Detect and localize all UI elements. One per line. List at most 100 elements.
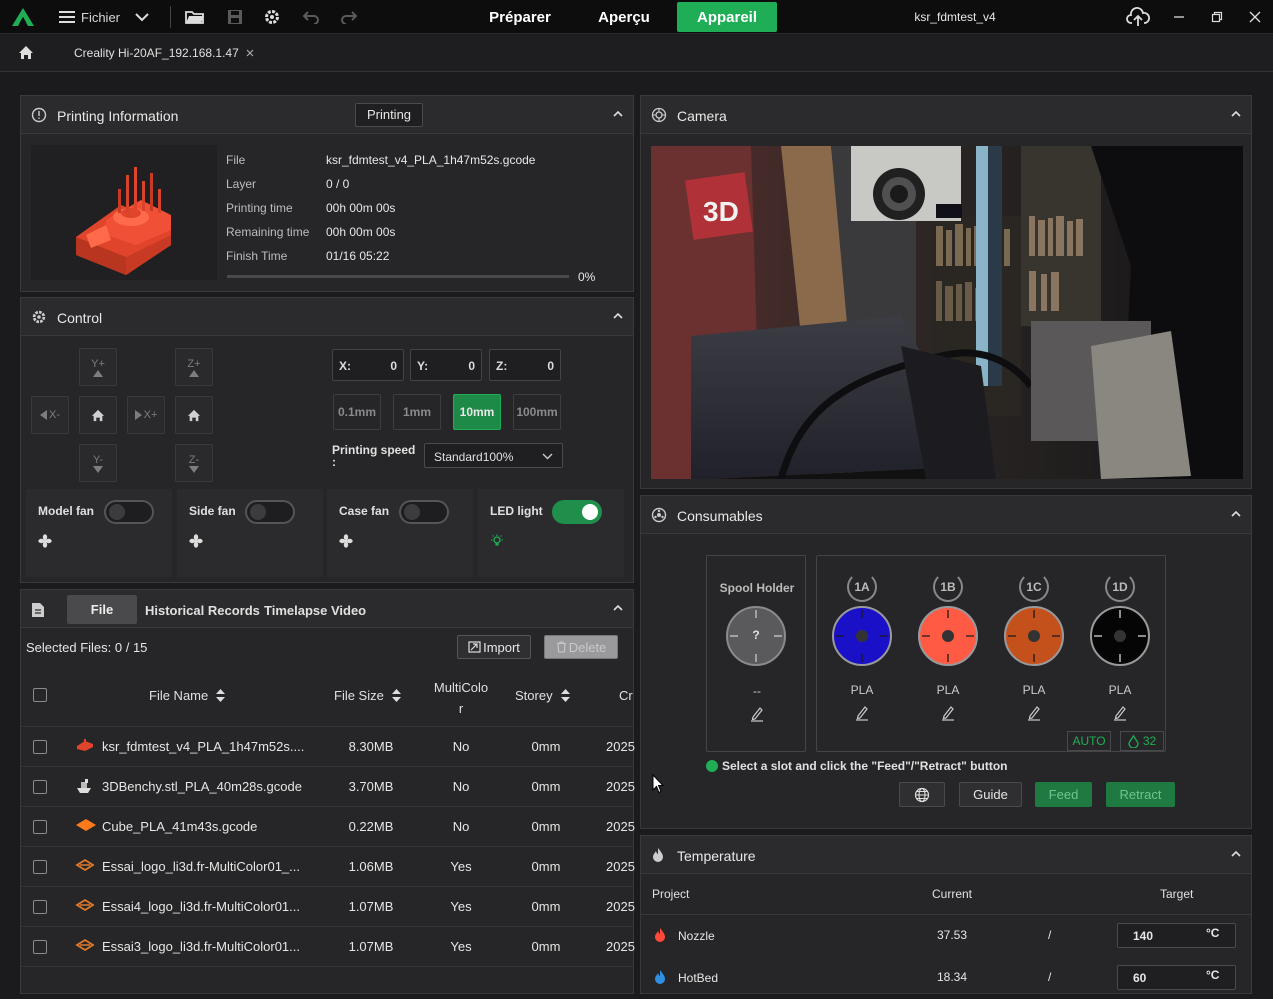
language-button[interactable]	[899, 782, 945, 807]
step-1mm-button[interactable]: 1mm	[393, 394, 441, 430]
file-menu-button[interactable]: Fichier	[58, 0, 158, 34]
jog-home-xy-button[interactable]	[79, 396, 117, 434]
row-checkbox[interactable]	[33, 900, 47, 914]
edit-pencil-icon[interactable]	[1027, 705, 1041, 721]
column-multicolor[interactable]: MultiColo r	[431, 677, 491, 719]
mode-device-tab[interactable]: Appareil	[677, 2, 777, 32]
select-all-checkbox[interactable]	[33, 688, 47, 702]
slot-color-dial[interactable]	[1090, 606, 1150, 666]
step-100mm-button[interactable]: 100mm	[513, 394, 561, 430]
info-icon	[31, 107, 47, 123]
device-tab[interactable]: Creality Hi-20AF_192.168.1.47	[60, 34, 270, 72]
redo-button[interactable]	[336, 0, 362, 34]
slot-color-dial[interactable]	[918, 606, 978, 666]
row-checkbox[interactable]	[33, 780, 47, 794]
storey-cell: 0mm	[531, 779, 561, 794]
undo-button[interactable]	[298, 0, 324, 34]
jog-z-plus-button[interactable]: Z+	[175, 348, 213, 386]
column-storey[interactable]: Storey	[515, 688, 570, 703]
edit-pencil-icon[interactable]	[941, 705, 955, 721]
z-coordinate-field[interactable]: Z: 0	[489, 349, 561, 381]
jog-home-z-button[interactable]	[175, 396, 213, 434]
model-fan-toggle[interactable]	[104, 500, 154, 524]
temp-separator: /	[1048, 928, 1052, 942]
slot-color-dial[interactable]	[1004, 606, 1064, 666]
file-size-cell: 8.30MB	[348, 739, 394, 754]
arrow-up-icon	[93, 369, 103, 377]
collapse-caret-icon[interactable]	[613, 604, 623, 612]
step-10mm-button[interactable]: 10mm	[453, 394, 501, 430]
home-button[interactable]	[18, 45, 34, 60]
collapse-caret-icon[interactable]	[1231, 110, 1241, 118]
tab-close-icon[interactable]	[246, 49, 254, 57]
file-name-cell: ksr_fdmtest_v4_PLA_1h47m52s....	[102, 739, 305, 754]
tab-file[interactable]: File	[67, 595, 137, 624]
edit-pencil-icon[interactable]	[855, 705, 869, 721]
jog-x-plus-button[interactable]: X+	[127, 396, 165, 434]
import-button[interactable]: Import	[457, 635, 531, 659]
close-window-button[interactable]	[1242, 0, 1268, 34]
mode-prepare-tab[interactable]: Préparer	[476, 2, 564, 32]
printing-speed-select[interactable]: Standard100%	[424, 443, 563, 468]
retract-button[interactable]: Retract	[1106, 782, 1175, 807]
row-checkbox[interactable]	[33, 740, 47, 754]
guide-button[interactable]: Guide	[959, 782, 1022, 807]
table-row[interactable]: Essai_logo_li3d.fr-MultiColor01_... 1.06M…	[21, 846, 635, 886]
side-fan-toggle[interactable]	[245, 500, 295, 524]
table-row[interactable]: ksr_fdmtest_v4_PLA_1h47m52s.... 8.30MB No 0…	[21, 726, 635, 766]
slot-1c[interactable]: 1C PLA	[999, 572, 1069, 732]
feed-button[interactable]: Feed	[1035, 782, 1092, 807]
settings-button[interactable]	[259, 0, 285, 34]
temp-target-input[interactable]: 140 °C	[1117, 923, 1236, 948]
edit-pencil-icon[interactable]	[1113, 705, 1127, 721]
column-file-name[interactable]: File Name	[149, 688, 226, 703]
step-0-1mm-button[interactable]: 0.1mm	[333, 394, 381, 430]
slot-material: PLA	[936, 683, 960, 697]
column-file-size[interactable]: File Size	[334, 688, 401, 703]
temp-target-input[interactable]: 60 °C	[1117, 965, 1236, 990]
tab-timelapse-video[interactable]: Timelapse Video	[264, 603, 366, 618]
jog-z-minus-button[interactable]: Z-	[175, 444, 213, 482]
row-checkbox[interactable]	[33, 860, 47, 874]
led-light-toggle[interactable]	[552, 500, 602, 524]
open-folder-button[interactable]	[182, 0, 208, 34]
jog-y-minus-button[interactable]: Y-	[79, 444, 117, 482]
row-checkbox[interactable]	[33, 940, 47, 954]
cloud-upload-button[interactable]	[1124, 0, 1152, 34]
collapse-caret-icon[interactable]	[613, 312, 623, 320]
x-coordinate-field[interactable]: X: 0	[332, 349, 404, 381]
collapse-caret-icon[interactable]	[613, 110, 623, 118]
flame-icon	[653, 848, 663, 862]
slot-1d[interactable]: 1D PLA	[1085, 572, 1155, 732]
jog-x-minus-button[interactable]: X-	[31, 396, 69, 434]
jog-y-plus-button[interactable]: Y+	[79, 348, 117, 386]
table-row[interactable]: Cube_PLA_41m43s.gcode 0.22MB No 0mm 2025	[21, 806, 635, 846]
logo-icon	[75, 938, 95, 952]
restore-button[interactable]	[1204, 0, 1230, 34]
dial-ticks-icon	[836, 610, 888, 662]
collapse-caret-icon[interactable]	[1231, 850, 1241, 858]
column-created[interactable]: Cr	[619, 688, 633, 703]
slot-id-label: 1D	[1112, 580, 1128, 594]
table-row[interactable]: Essai3_logo_li3d.fr-MultiColor01... 1.07M…	[21, 926, 635, 966]
spool-holder-dial[interactable]: ?	[726, 606, 786, 666]
edit-pencil-icon[interactable]	[750, 706, 764, 722]
tab-historical-records[interactable]: Historical Records	[145, 603, 260, 618]
row-checkbox[interactable]	[33, 820, 47, 834]
collapse-caret-icon[interactable]	[1231, 510, 1241, 518]
spool-holder-label: Spool Holder	[719, 581, 795, 595]
table-row[interactable]: Essai4_logo_li3d.fr-MultiColor01... 1.07M…	[21, 886, 635, 926]
delete-button[interactable]: Delete	[544, 635, 618, 659]
slot-1b[interactable]: 1B PLA	[913, 572, 983, 732]
save-button[interactable]	[222, 0, 248, 34]
printing-speed-colon: :	[332, 455, 336, 469]
printing-speed-label: Printing speed	[332, 443, 416, 457]
minimize-button[interactable]	[1166, 0, 1192, 34]
table-row[interactable]: 3DBenchy.stl_PLA_40m28s.gcode 3.70MB No 0mm…	[21, 766, 635, 806]
slot-color-dial[interactable]	[832, 606, 892, 666]
case-fan-toggle[interactable]	[399, 500, 449, 524]
slot-1a[interactable]: 1A PLA	[827, 572, 897, 732]
print-field-value: 0 / 0	[326, 177, 350, 191]
y-coordinate-field[interactable]: Y: 0	[410, 349, 482, 381]
mode-preview-tab[interactable]: Aperçu	[584, 2, 664, 32]
